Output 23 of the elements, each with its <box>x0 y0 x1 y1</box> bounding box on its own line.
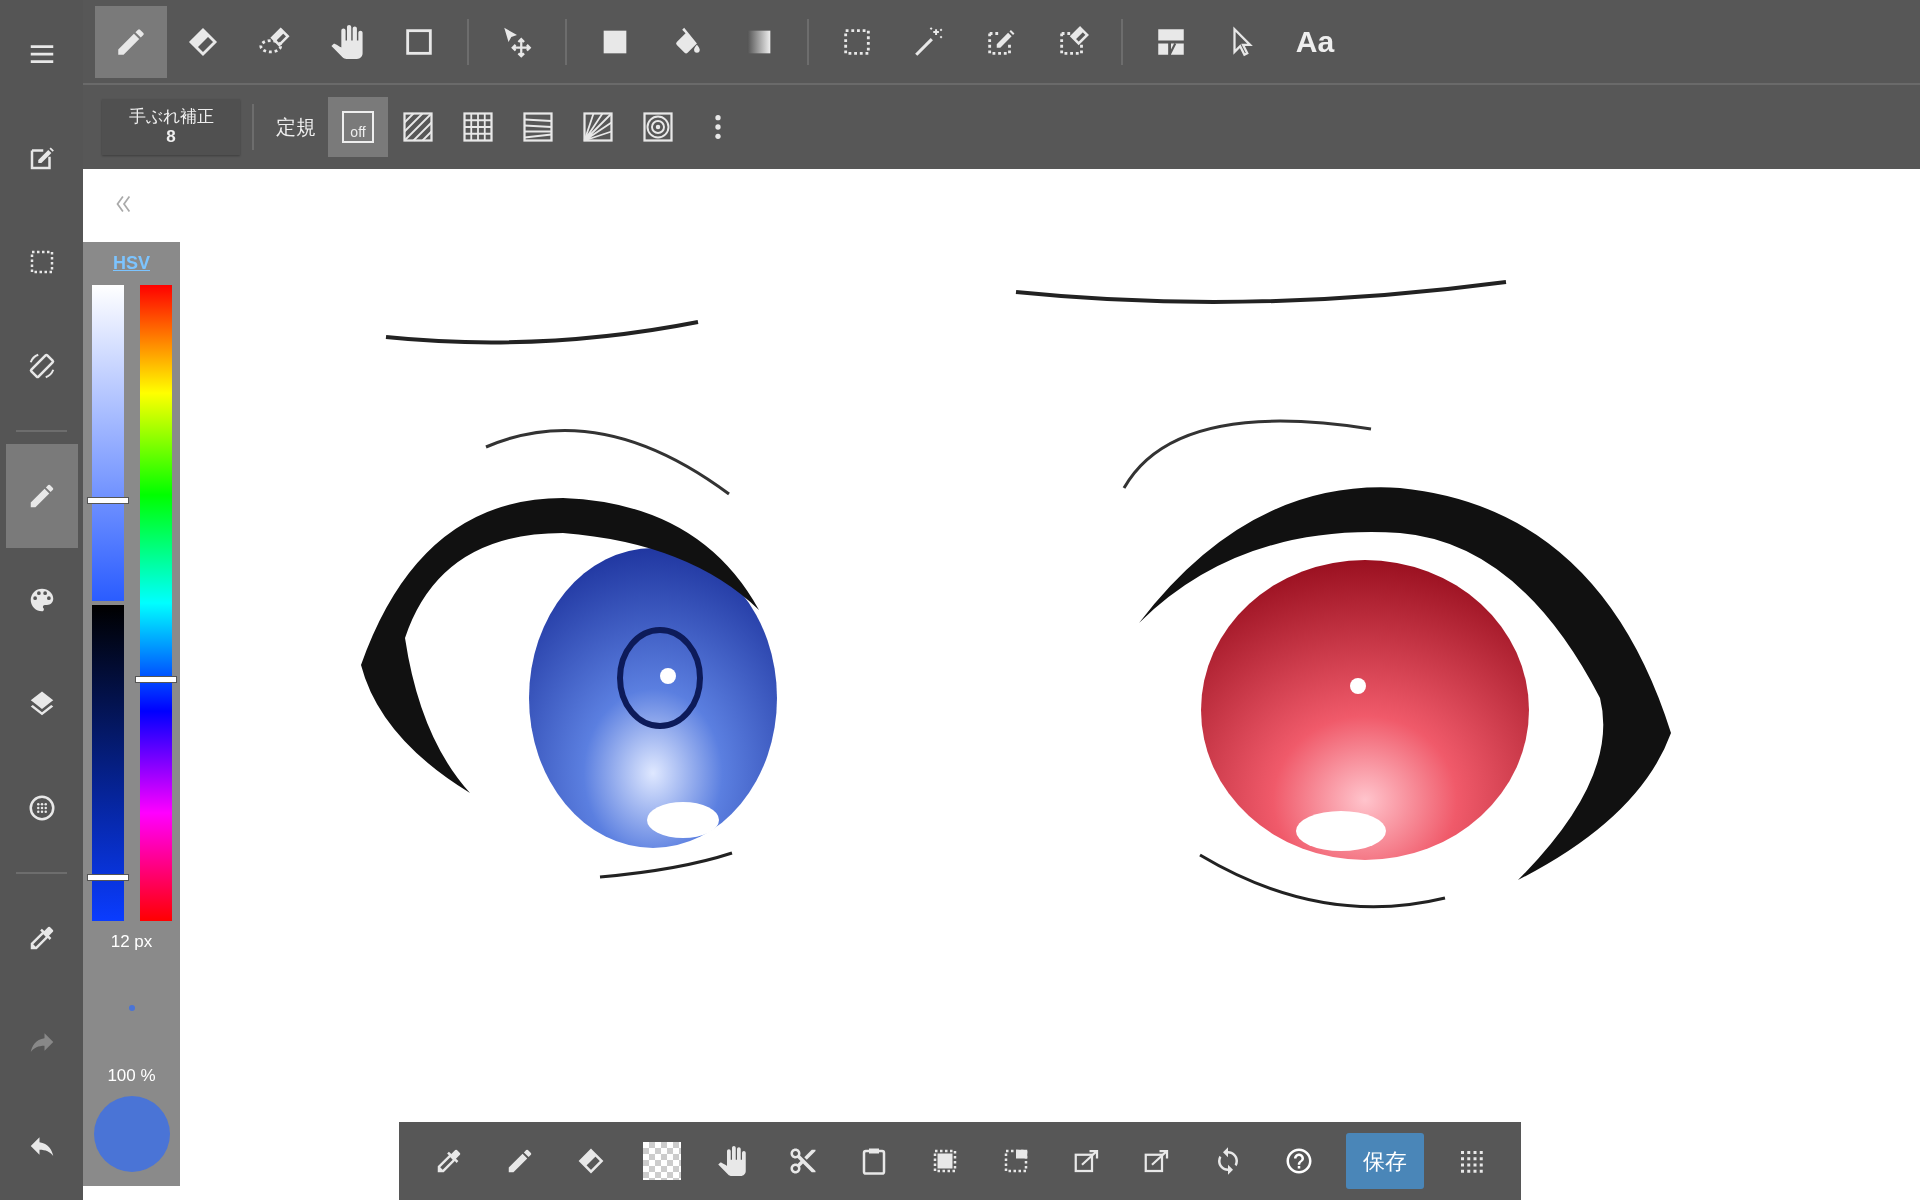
slider-thumb[interactable] <box>86 873 129 881</box>
more-icon <box>715 115 721 139</box>
sidebar-button[interactable] <box>5 444 78 548</box>
concentric-circles-icon <box>640 109 676 145</box>
converging-lines-icon <box>520 109 556 145</box>
save-button[interactable]: 保存 <box>1345 1133 1424 1189</box>
slider-thumb[interactable] <box>86 496 129 504</box>
transparency-icon <box>642 1142 681 1180</box>
diagonal-lines-icon <box>400 109 436 145</box>
brush-preview-dot <box>128 1004 135 1011</box>
ruler-label: 定規 <box>276 115 316 140</box>
radiating-lines-icon <box>580 109 616 145</box>
hand-icon <box>330 24 364 59</box>
opacity-label: 100 % <box>107 1064 156 1087</box>
ruler-button[interactable]: off <box>328 97 388 157</box>
tool-button[interactable] <box>95 5 167 78</box>
brush-size-label: 12 px <box>110 931 153 953</box>
stabilizer-button[interactable]: 手ぶれ補正 8 <box>102 99 240 155</box>
grid-icon <box>460 109 496 145</box>
text-tool-button[interactable]: Aa <box>1279 5 1351 78</box>
slider-thumb[interactable] <box>134 676 177 684</box>
hand-icon <box>717 1146 748 1176</box>
scissors-icon <box>788 1146 819 1176</box>
